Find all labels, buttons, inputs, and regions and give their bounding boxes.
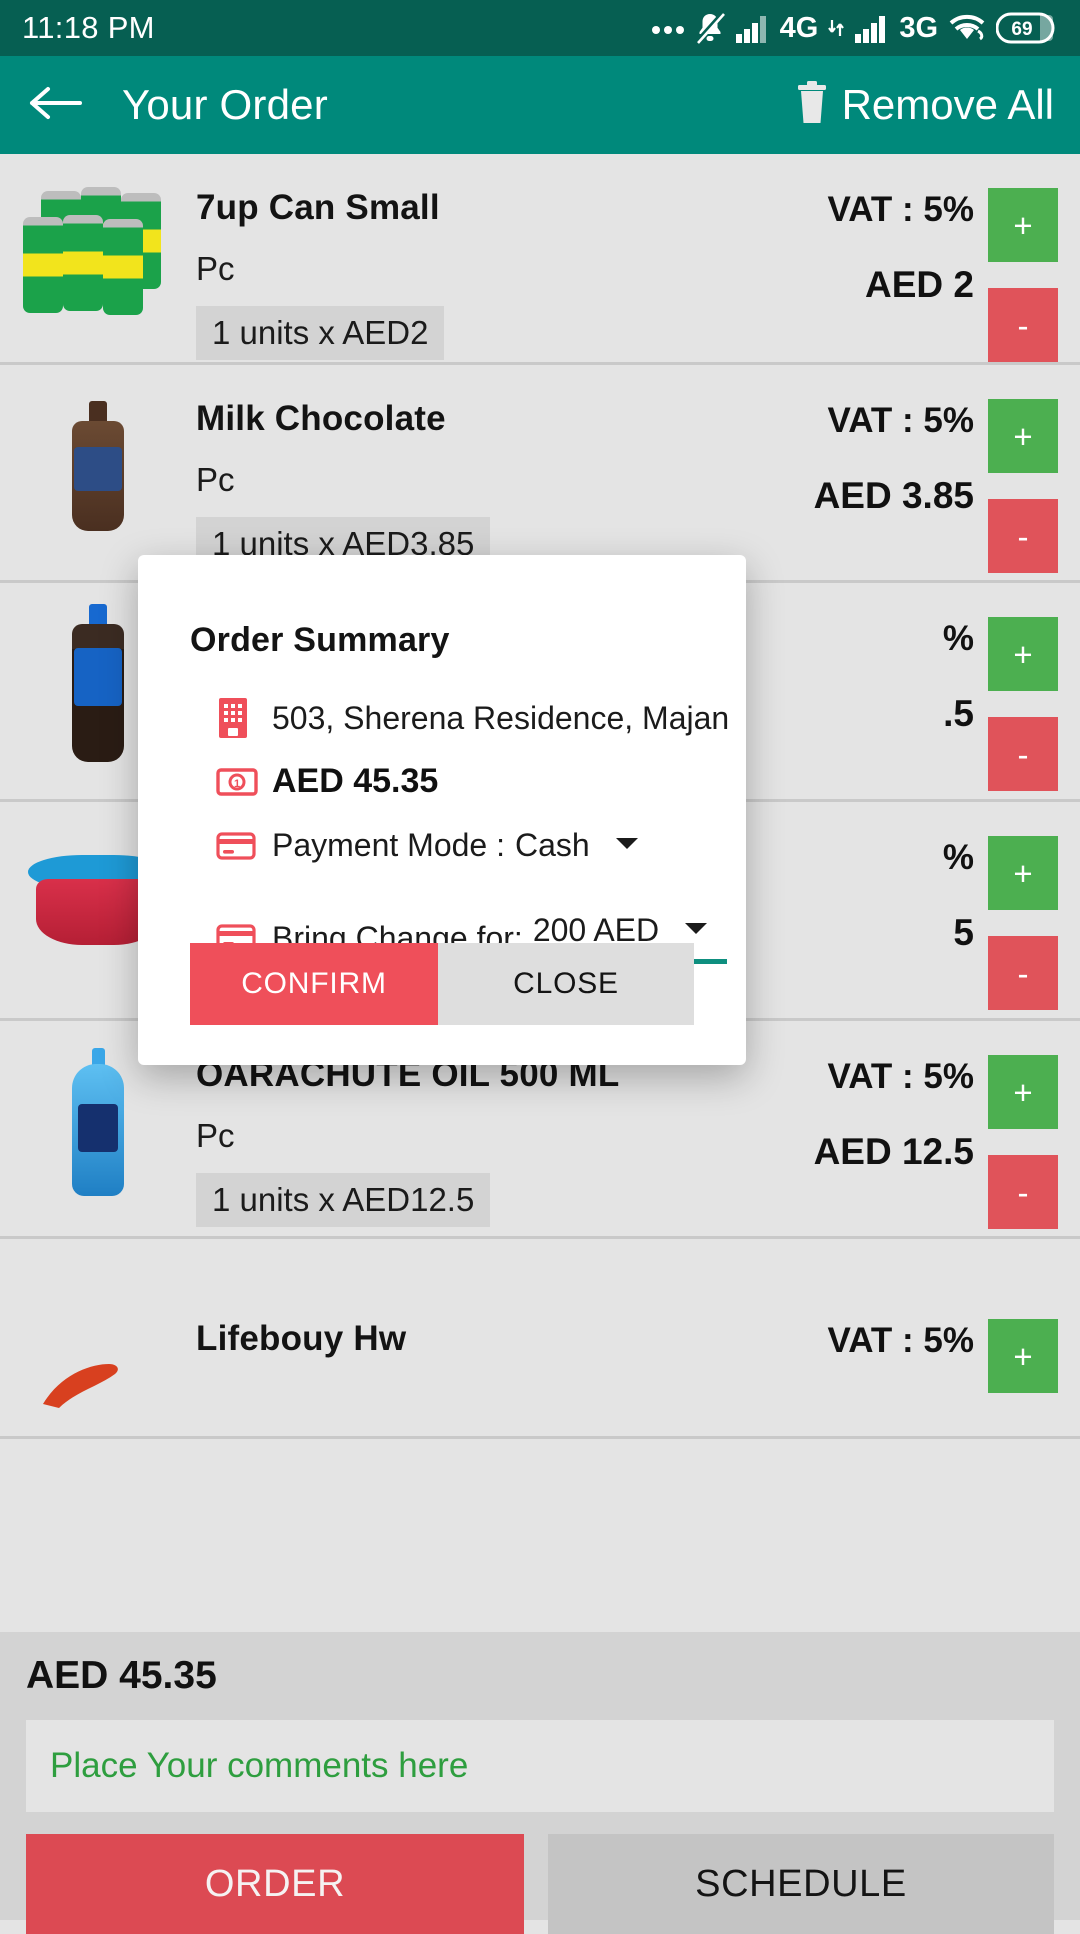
delivery-address: 503, Sherena Residence, Majan: [272, 699, 730, 736]
payment-mode-value: Cash: [515, 827, 590, 863]
credit-card-icon: [216, 831, 270, 861]
dialog-title: Order Summary: [190, 621, 450, 659]
dialog-buttons-group: CONFIRM CLOSE: [190, 943, 694, 1025]
confirm-button[interactable]: CONFIRM: [190, 943, 438, 1025]
payment-mode-label: Payment Mode :: [272, 827, 505, 863]
building-icon: [216, 696, 270, 740]
chevron-down-icon: [683, 920, 709, 941]
delivery-address-row: 503, Sherena Residence, Majan: [138, 696, 746, 740]
svg-text:1: 1: [234, 778, 240, 790]
order-summary-dialog: Order Summary 503, Sherena Residence, Ma…: [138, 555, 746, 1065]
order-amount-row: 1 AED 45.35: [138, 762, 746, 801]
payment-mode-row: Payment Mode : Cash: [138, 827, 746, 864]
close-button[interactable]: CLOSE: [438, 943, 694, 1025]
banknote-icon: 1: [216, 767, 270, 797]
payment-mode-select[interactable]: Cash: [515, 827, 640, 864]
chevron-down-icon: [614, 835, 640, 856]
order-total-amount: AED 45.35: [272, 762, 439, 800]
